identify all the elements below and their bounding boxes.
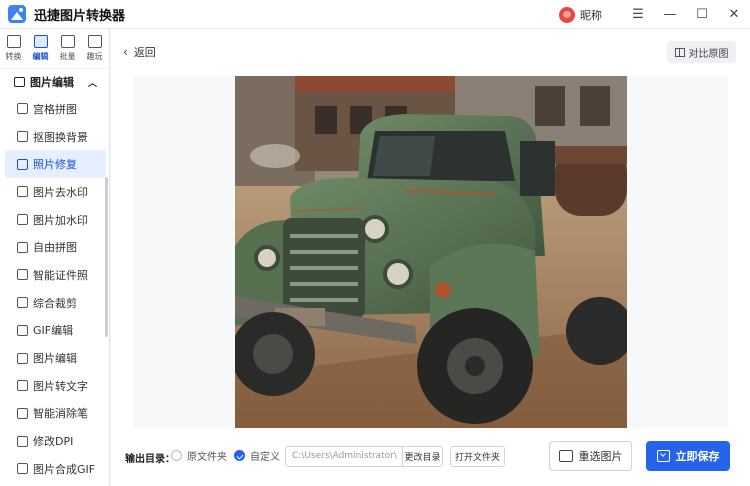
avatar[interactable] <box>559 6 575 23</box>
save-now-button[interactable]: 立即保存 <box>646 441 730 471</box>
tab-batch[interactable]: 批量 <box>54 29 81 68</box>
main-topbar: ‹ 返回 对比原图 <box>111 29 750 75</box>
menu-item-label: 智能证件照 <box>33 268 88 282</box>
main-panel: ‹ 返回 对比原图 输出目录： 原文件夹 自定义 C:\Users\Admini… <box>111 29 750 486</box>
chevron-up-icon: ︿ <box>88 78 98 89</box>
compare-icon <box>674 47 685 57</box>
menu-item-make-gif[interactable]: 图片合成GIF <box>0 455 109 483</box>
tab-convert[interactable]: 转换 <box>0 29 27 68</box>
radio-custom-folder[interactable]: 自定义 <box>234 448 280 463</box>
menu-item-crop[interactable]: 综合裁剪 <box>0 289 109 317</box>
remove-watermark-icon <box>17 186 28 198</box>
preview-image <box>235 76 627 428</box>
radio-label: 原文件夹 <box>187 452 227 463</box>
tab-label: 转换 <box>5 52 22 61</box>
menu-item-cutout[interactable]: 抠图换背景 <box>0 123 109 151</box>
menu-item-label: 宫格拼图 <box>33 102 77 116</box>
user-nickname[interactable]: 昵称 <box>580 7 602 23</box>
menu-item-grid-collage[interactable]: 宫格拼图 <box>0 95 109 123</box>
batch-icon <box>60 35 75 48</box>
save-label: 立即保存 <box>675 450 720 463</box>
tab-fun[interactable]: 趣玩 <box>81 29 108 68</box>
change-dir-button[interactable]: 更改目录 <box>402 446 443 467</box>
save-icon <box>656 450 670 462</box>
gif-icon <box>17 324 28 336</box>
make-gif-icon <box>17 463 28 475</box>
sidebar: 转换 编辑 批量 趣玩 图片编辑 ︿ 宫格拼图 抠图换背景 照片修复 图片去水印… <box>0 29 110 486</box>
radio-original-folder[interactable]: 原文件夹 <box>171 448 227 463</box>
open-folder-button[interactable]: 打开文件夹 <box>450 446 505 467</box>
menu-item-photo-restore[interactable]: 照片修复 <box>5 150 106 179</box>
menu-button[interactable]: ☰ <box>622 0 654 29</box>
grid-icon <box>17 103 28 115</box>
image-icon <box>558 450 573 462</box>
image-edit-icon <box>14 77 25 87</box>
fun-icon <box>87 35 102 48</box>
title-bar: 迅捷图片转换器 昵称 ☰ — ☐ ✕ <box>0 0 750 29</box>
menu-item-label: 自由拼图 <box>33 241 77 255</box>
maximize-button[interactable]: ☐ <box>686 0 718 29</box>
bottom-toolbar: 输出目录： 原文件夹 自定义 C:\Users\Administrator\ 更… <box>111 428 750 486</box>
menu-item-id-photo[interactable]: 智能证件照 <box>0 261 109 289</box>
menu-item-label: 图片编辑 <box>33 352 77 366</box>
menu-item-label: 图片合成GIF <box>33 462 96 476</box>
cutout-icon <box>17 131 28 143</box>
dpi-icon <box>17 435 28 447</box>
tool-menu: 宫格拼图 抠图换背景 照片修复 图片去水印 图片加水印 自由拼图 智能证件照 综… <box>0 95 109 483</box>
minimize-button[interactable]: — <box>654 0 686 29</box>
app-title: 迅捷图片转换器 <box>34 8 126 24</box>
id-photo-icon <box>17 269 28 281</box>
menu-item-label: 图片转文字 <box>33 379 88 393</box>
back-label: 返回 <box>133 46 156 59</box>
truck-photo <box>235 76 627 428</box>
menu-item-label: 图片加水印 <box>33 213 88 227</box>
add-watermark-icon <box>17 214 28 226</box>
sidebar-tabs: 转换 编辑 批量 趣玩 <box>0 29 109 69</box>
back-button[interactable]: ‹ 返回 <box>123 44 156 60</box>
ocr-icon <box>17 380 28 392</box>
menu-item-label: 图片去水印 <box>33 185 88 199</box>
menu-item-label: GIF编辑 <box>33 324 74 338</box>
reselect-label: 重选图片 <box>578 450 623 463</box>
close-button[interactable]: ✕ <box>718 0 750 29</box>
reselect-image-button[interactable]: 重选图片 <box>549 441 632 471</box>
menu-item-remove-watermark[interactable]: 图片去水印 <box>0 178 109 206</box>
preview-canvas <box>133 76 728 428</box>
convert-icon <box>6 35 21 48</box>
output-path-field[interactable]: C:\Users\Administrator\ <box>285 446 403 467</box>
menu-item-label: 智能消除笔 <box>33 407 88 421</box>
tab-label: 批量 <box>59 52 76 61</box>
chevron-left-icon: ‹ <box>123 45 128 59</box>
radio-checked-icon <box>234 450 245 461</box>
compare-original-button[interactable]: 对比原图 <box>667 41 736 63</box>
menu-item-gif-edit[interactable]: GIF编辑 <box>0 317 109 345</box>
radio-unchecked-icon <box>171 450 182 461</box>
menu-item-image-edit[interactable]: 图片编辑 <box>0 344 109 372</box>
eraser-icon <box>17 407 28 419</box>
tab-edit[interactable]: 编辑 <box>27 29 54 68</box>
menu-item-dpi[interactable]: 修改DPI <box>0 427 109 455</box>
menu-item-eraser[interactable]: 智能消除笔 <box>0 400 109 428</box>
crop-icon <box>17 297 28 309</box>
compare-label: 对比原图 <box>688 48 729 60</box>
sidebar-scrollbar[interactable] <box>105 177 108 337</box>
output-dir-label: 输出目录： <box>125 454 175 465</box>
section-header-image-edit[interactable]: 图片编辑 ︿ <box>0 69 109 95</box>
menu-item-label: 修改DPI <box>33 435 74 449</box>
edit-icon <box>33 35 48 48</box>
menu-item-label: 综合裁剪 <box>33 296 77 310</box>
menu-item-label: 抠图换背景 <box>33 130 88 144</box>
section-title: 图片编辑 <box>30 76 74 89</box>
app-logo-icon <box>8 5 26 23</box>
menu-item-ocr[interactable]: 图片转文字 <box>0 372 109 400</box>
menu-item-free-collage[interactable]: 自由拼图 <box>0 233 109 261</box>
photo-restore-icon <box>17 158 28 170</box>
tab-label: 编辑 <box>32 52 49 61</box>
menu-item-add-watermark[interactable]: 图片加水印 <box>0 206 109 234</box>
menu-item-label: 照片修复 <box>33 158 77 172</box>
collage-icon <box>17 241 28 253</box>
radio-label: 自定义 <box>250 452 280 463</box>
tab-label: 趣玩 <box>86 52 103 61</box>
image-edit-icon <box>17 352 28 364</box>
